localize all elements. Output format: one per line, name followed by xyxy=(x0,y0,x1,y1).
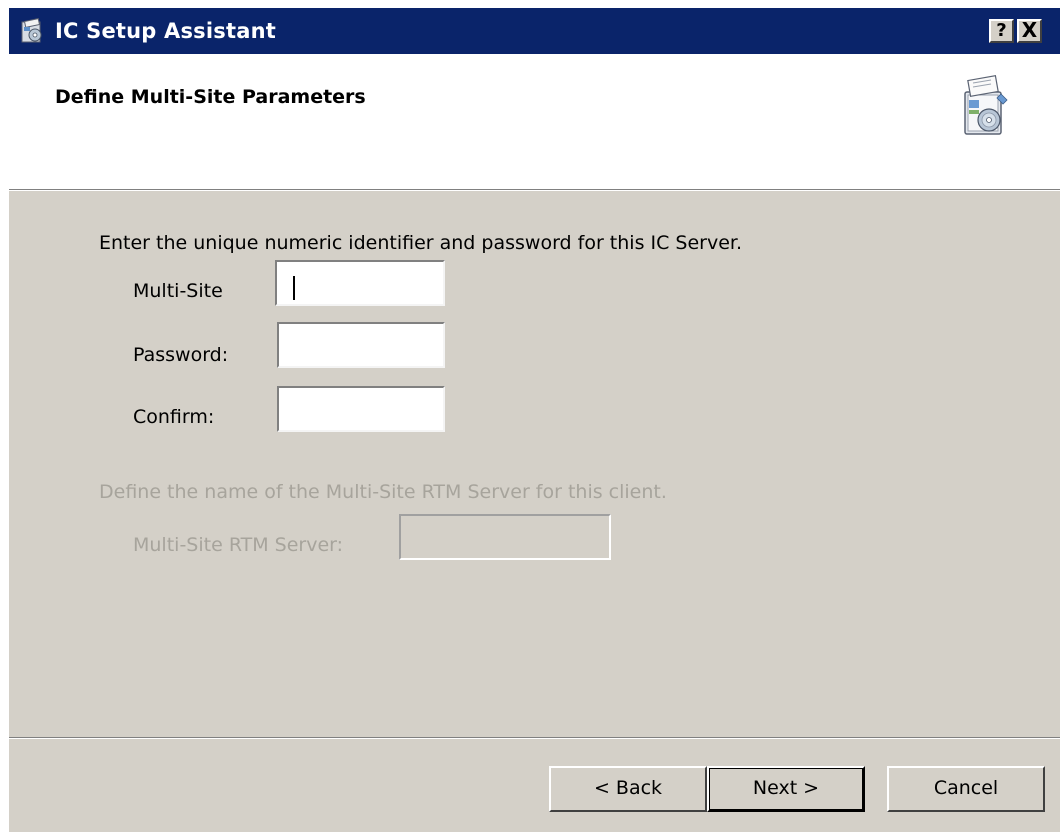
wizard-header: Define Multi-Site Parameters xyxy=(9,54,1060,190)
next-button[interactable]: Next > xyxy=(707,766,865,812)
confirm-input[interactable] xyxy=(277,386,445,432)
section1-instruction: Enter the unique numeric identifier and … xyxy=(99,232,743,254)
confirm-label: Confirm: xyxy=(133,406,215,428)
setup-app-icon xyxy=(21,18,42,43)
rtm-server-input[interactable] xyxy=(399,514,611,560)
page-title: Define Multi-Site Parameters xyxy=(55,86,366,108)
window-title: IC Setup Assistant xyxy=(55,19,276,43)
footer-separator-highlight xyxy=(9,738,1060,739)
password-input[interactable] xyxy=(277,322,445,368)
header-separator xyxy=(9,190,1060,191)
setup-assistant-window: IC Setup Assistant ? X Define Multi-Site… xyxy=(8,8,1060,832)
back-button[interactable]: < Back xyxy=(549,766,707,812)
rtm-server-label: Multi-Site RTM Server: xyxy=(133,534,344,556)
cancel-button[interactable]: Cancel xyxy=(887,766,1045,812)
multi-site-label: Multi-Site xyxy=(133,280,223,302)
multi-site-input[interactable] xyxy=(275,260,445,306)
section2-instruction: Define the name of the Multi-Site RTM Se… xyxy=(99,481,667,503)
title-bar[interactable]: IC Setup Assistant ? X xyxy=(9,8,1060,54)
password-label: Password: xyxy=(133,344,229,366)
close-button[interactable]: X xyxy=(1017,19,1042,43)
text-caret xyxy=(293,276,295,300)
setup-wizard-icon xyxy=(964,74,1008,135)
help-button[interactable]: ? xyxy=(989,19,1014,43)
